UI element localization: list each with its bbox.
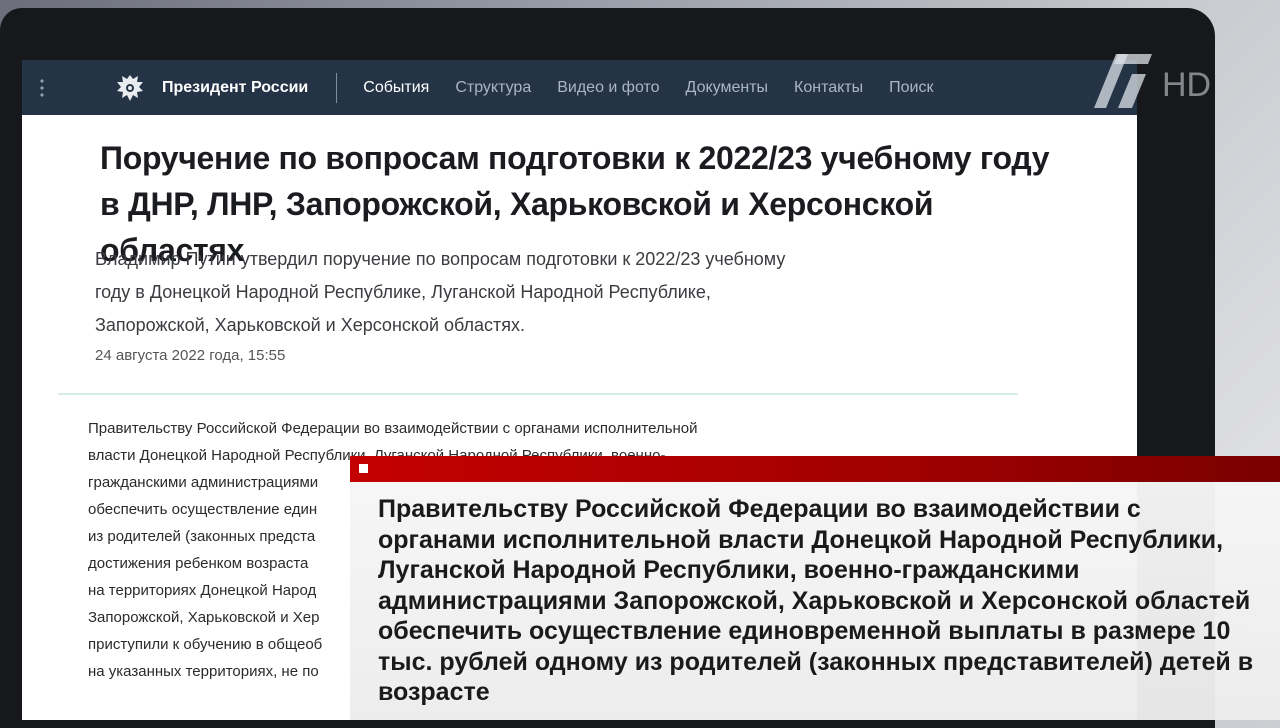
main-nav: События Структура Видео и фото Документы… [363,79,959,97]
nav-item-contacts[interactable]: Контакты [794,79,863,97]
nav-item-video-photo[interactable]: Видео и фото [557,79,659,97]
site-title[interactable]: Президент России [162,79,308,97]
article-lead: Владимир Путин утвердил поручение по воп… [95,249,786,335]
channel-one-logo: HD [1088,48,1228,114]
body-line: Правительству Российской Федерации во вз… [88,420,698,437]
nav-item-structure[interactable]: Структура [455,79,531,97]
menu-dots-icon[interactable] [22,60,62,115]
header-divider [336,72,338,103]
nav-item-documents[interactable]: Документы [686,79,768,97]
site-header: Президент России События Структура Видео… [22,60,1137,115]
caption-marker-icon [359,464,368,473]
channel-hd-label: HD [1162,66,1211,104]
caption-box: Правительству Российской Федерации во вз… [350,482,1280,720]
news-caption: Правительству Российской Федерации во вз… [350,456,1280,720]
caption-text: Правительству Российской Федерации во вз… [378,495,1254,706]
section-divider [58,393,1018,395]
emblem-icon[interactable] [108,66,152,110]
article-date: 24 августа 2022 года, 15:55 [95,347,286,364]
nav-item-events[interactable]: События [363,79,429,97]
caption-red-bar [350,456,1280,482]
nav-item-search[interactable]: Поиск [889,79,933,97]
